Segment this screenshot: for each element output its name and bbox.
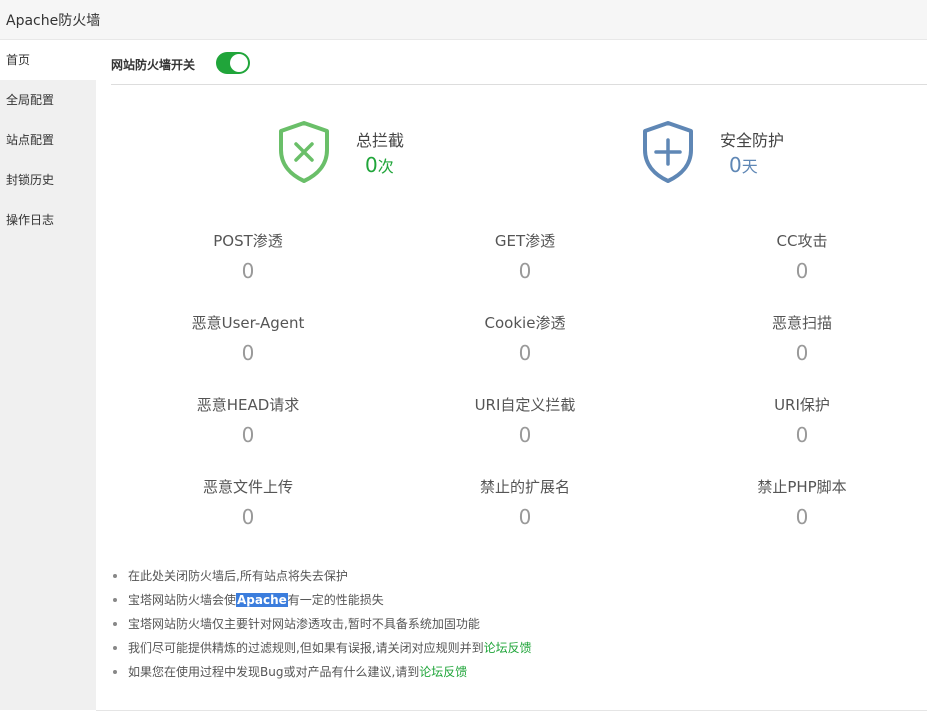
total-block-summary: 总拦截 0次: [276, 120, 476, 184]
tip-highlight: Apache: [236, 593, 288, 607]
stat-ext: 禁止的扩展名 0: [415, 477, 635, 528]
stat-value: 0: [518, 341, 532, 365]
stat-label: 恶意文件上传: [202, 478, 293, 496]
tip-item: 在此处关闭防火墙后,所有站点将失去保护: [111, 564, 911, 588]
shield-plus-icon: [643, 121, 693, 183]
stat-cookie: Cookie渗透 0: [415, 313, 635, 364]
total-block-value-wrap: 0次: [365, 153, 394, 177]
protection-value: 0: [729, 153, 742, 177]
tip-text: 宝塔网站防火墙仅主要针对网站渗透攻击,暂时不具备系统加固功能: [128, 617, 480, 631]
stat-label: 禁止的扩展名: [479, 478, 570, 496]
stat-label: URI自定义拦截: [474, 396, 576, 414]
stat-value: 0: [241, 259, 255, 283]
window-title: Apache防火墙: [6, 13, 101, 29]
total-block-label: 总拦截: [356, 131, 405, 150]
sidebar-item-global-config[interactable]: 全局配置: [0, 80, 96, 120]
stat-cc: CC攻击 0: [692, 231, 912, 282]
tip-text: 我们尽可能提供精炼的过滤规则,但如果有误报,请关闭对应规则并到: [128, 641, 484, 655]
firewall-switch-row: 网站防火墙开关: [111, 52, 927, 85]
tip-text: 有一定的性能损失: [287, 593, 384, 607]
tip-text: 宝塔网站防火墙会使: [128, 593, 237, 607]
stat-label: 恶意User-Agent: [191, 314, 305, 332]
tip-item: 如果您在使用过程中发现Bug或对产品有什么建议,请到论坛反馈: [111, 660, 911, 684]
stat-post: POST渗透 0: [138, 231, 358, 282]
stat-php: 禁止PHP脚本 0: [692, 477, 912, 528]
bottom-divider: [96, 710, 927, 711]
tip-item: 宝塔网站防火墙会使Apache有一定的性能损失: [111, 588, 911, 612]
protection-value-wrap: 0天: [729, 153, 758, 177]
stat-label: 禁止PHP脚本: [757, 478, 847, 496]
sidebar-item-home[interactable]: 首页: [0, 40, 96, 80]
stat-value: 0: [518, 423, 532, 447]
stat-value: 0: [241, 423, 255, 447]
stat-upload: 恶意文件上传 0: [138, 477, 358, 528]
forum-feedback-link[interactable]: 论坛反馈: [484, 641, 532, 655]
stat-value: 0: [518, 505, 532, 529]
main-content: 网站防火墙开关 总拦截 0次 安全防护 0天 POST渗透 0 GET渗透 0 …: [96, 40, 927, 710]
stat-head: 恶意HEAD请求 0: [138, 395, 358, 446]
stat-label: POST渗透: [213, 232, 283, 250]
tips-list: 在此处关闭防火墙后,所有站点将失去保护 宝塔网站防火墙会使Apache有一定的性…: [111, 564, 911, 684]
forum-feedback-link[interactable]: 论坛反馈: [419, 665, 467, 679]
firewall-toggle[interactable]: [216, 52, 250, 74]
stat-scan: 恶意扫描 0: [692, 313, 912, 364]
sidebar-item-block-history[interactable]: 封锁历史: [0, 160, 96, 200]
stat-value: 0: [518, 259, 532, 283]
stat-label: CC攻击: [776, 232, 828, 250]
tip-text: 在此处关闭防火墙后,所有站点将失去保护: [128, 569, 348, 583]
toggle-knob: [230, 54, 248, 72]
tip-item: 宝塔网站防火墙仅主要针对网站渗透攻击,暂时不具备系统加固功能: [111, 612, 911, 636]
stat-value: 0: [795, 505, 809, 529]
total-block-value: 0: [365, 153, 378, 177]
stat-value: 0: [241, 505, 255, 529]
stat-label: 恶意扫描: [771, 314, 832, 332]
title-bar: Apache防火墙: [0, 0, 927, 40]
protection-unit: 天: [741, 157, 758, 176]
stat-label: URI保护: [774, 396, 830, 414]
tip-item: 我们尽可能提供精炼的过滤规则,但如果有误报,请关闭对应规则并到论坛反馈: [111, 636, 911, 660]
total-block-unit: 次: [377, 157, 394, 176]
sidebar-item-operation-log[interactable]: 操作日志: [0, 200, 96, 240]
stat-value: 0: [241, 341, 255, 365]
stat-value: 0: [795, 341, 809, 365]
firewall-switch-label: 网站防火墙开关: [111, 58, 196, 72]
stat-value: 0: [795, 259, 809, 283]
stat-value: 0: [795, 423, 809, 447]
stat-get: GET渗透 0: [415, 231, 635, 282]
protection-label: 安全防护: [720, 131, 785, 150]
stat-uri-custom: URI自定义拦截 0: [415, 395, 635, 446]
stat-label: GET渗透: [494, 232, 556, 250]
stat-uri-protect: URI保护 0: [692, 395, 912, 446]
stat-user-agent: 恶意User-Agent 0: [138, 313, 358, 364]
sidebar-item-site-config[interactable]: 站点配置: [0, 120, 96, 160]
tip-text: 如果您在使用过程中发现Bug或对产品有什么建议,请到: [128, 665, 420, 679]
shield-x-icon: [279, 121, 329, 183]
stat-label: 恶意HEAD请求: [196, 396, 300, 414]
sidebar: 首页 全局配置 站点配置 封锁历史 操作日志: [0, 40, 96, 710]
protection-summary: 安全防护 0天: [640, 120, 840, 184]
stat-label: Cookie渗透: [484, 314, 566, 332]
